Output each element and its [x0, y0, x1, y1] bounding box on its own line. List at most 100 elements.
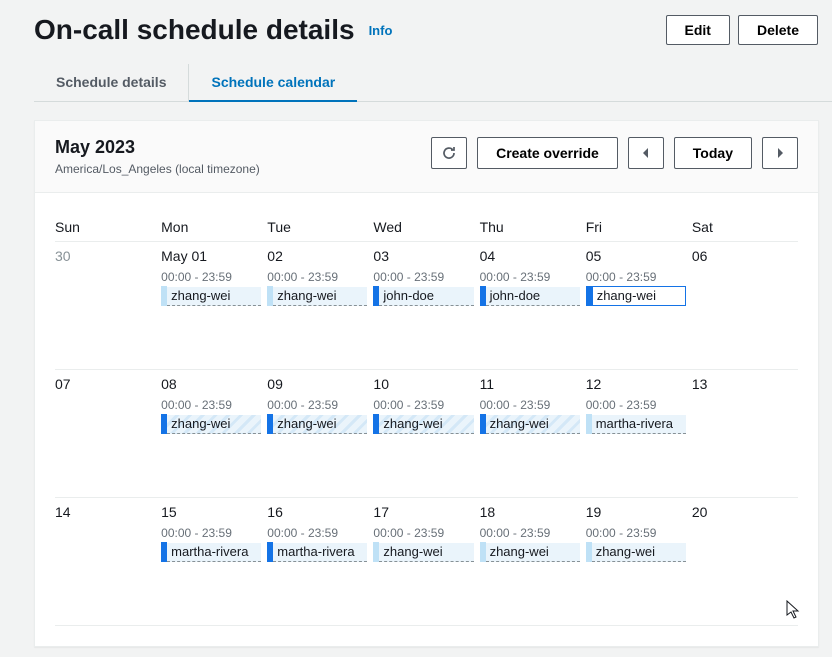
- today-button[interactable]: Today: [674, 137, 752, 169]
- create-override-button[interactable]: Create override: [477, 137, 618, 169]
- day-number: 30: [55, 248, 159, 264]
- day-number: 10: [373, 376, 477, 392]
- day-header: Wed: [373, 213, 479, 242]
- day-number: 12: [586, 376, 690, 392]
- day-cell[interactable]: 10 00:00 - 23:59 zhang-wei: [373, 370, 479, 498]
- shift-event[interactable]: zhang-wei: [161, 286, 261, 306]
- shift-event[interactable]: zhang-wei: [267, 414, 367, 434]
- event-assignee: martha-rivera: [592, 415, 686, 434]
- info-link[interactable]: Info: [369, 23, 393, 38]
- day-cell[interactable]: 0500:00 - 23:59zhang-wei: [586, 242, 692, 370]
- day-number: 15: [161, 504, 265, 520]
- day-number: 19: [586, 504, 690, 520]
- day-cell[interactable]: 02 00:00 - 23:59 zhang-wei: [267, 242, 373, 370]
- day-cell[interactable]: 17 00:00 - 23:59 zhang-wei: [373, 498, 479, 626]
- shift-event[interactable]: martha-rivera: [586, 414, 686, 434]
- event-assignee: zhang-wei: [379, 415, 473, 434]
- shift-event[interactable]: martha-rivera: [267, 542, 367, 562]
- refresh-button[interactable]: [431, 137, 467, 169]
- shift-event[interactable]: john-doe: [373, 286, 473, 306]
- day-number: 18: [480, 504, 584, 520]
- tab-bar: Schedule details Schedule calendar: [34, 64, 832, 102]
- day-header: Sun: [55, 213, 161, 242]
- time-range: 00:00 - 23:59: [161, 270, 265, 284]
- edit-button[interactable]: Edit: [666, 15, 730, 45]
- day-header: Thu: [480, 213, 586, 242]
- day-cell[interactable]: 1600:00 - 23:59martha-rivera: [267, 498, 373, 626]
- day-cell[interactable]: 0900:00 - 23:59zhang-wei: [267, 370, 373, 498]
- shift-event[interactable]: zhang-wei: [480, 414, 580, 434]
- day-cell[interactable]: May 01 00:00 - 23:59 zhang-wei: [161, 242, 267, 370]
- day-number: 13: [692, 376, 796, 392]
- refresh-icon: [441, 145, 457, 161]
- shift-event[interactable]: zhang-wei: [480, 542, 580, 562]
- event-assignee: martha-rivera: [273, 543, 367, 562]
- day-number: 09: [267, 376, 371, 392]
- time-range: 00:00 - 23:59: [267, 270, 371, 284]
- day-cell[interactable]: 11 00:00 - 23:59 zhang-wei: [480, 370, 586, 498]
- day-cell[interactable]: 06: [692, 242, 798, 370]
- day-cell[interactable]: 07: [55, 370, 161, 498]
- day-cell[interactable]: 03 00:00 - 23:59 john-doe: [373, 242, 479, 370]
- day-number: 02: [267, 248, 371, 264]
- day-number: 04: [480, 248, 584, 264]
- day-number: 20: [692, 504, 796, 520]
- day-number: 11: [480, 376, 584, 392]
- time-range: 00:00 - 23:59: [161, 398, 265, 412]
- event-assignee: zhang-wei: [593, 287, 685, 305]
- day-number: May 01: [161, 248, 265, 264]
- day-cell[interactable]: 0800:00 - 23:59zhang-wei: [161, 370, 267, 498]
- day-header: Mon: [161, 213, 267, 242]
- shift-event[interactable]: zhang-wei: [267, 286, 367, 306]
- shift-event[interactable]: martha-rivera: [161, 542, 261, 562]
- time-range: 00:00 - 23:59: [267, 526, 371, 540]
- day-number: 05: [586, 248, 690, 264]
- day-cell[interactable]: 12 00:00 - 23:59 martha-rivera: [586, 370, 692, 498]
- event-assignee: martha-rivera: [167, 543, 261, 562]
- chevron-right-icon: [775, 147, 785, 159]
- day-number: 03: [373, 248, 477, 264]
- shift-event[interactable]: zhang-wei: [373, 414, 473, 434]
- event-assignee: zhang-wei: [486, 543, 580, 562]
- event-assignee: zhang-wei: [273, 415, 367, 434]
- prev-button[interactable]: [628, 137, 664, 169]
- time-range: 00:00 - 23:59: [373, 270, 477, 284]
- calendar-panel: May 2023 America/Los_Angeles (local time…: [34, 120, 819, 647]
- event-assignee: zhang-wei: [379, 543, 473, 562]
- day-cell[interactable]: 04 00:00 - 23:59 john-doe: [480, 242, 586, 370]
- day-cell[interactable]: 20: [692, 498, 798, 626]
- day-number: 06: [692, 248, 796, 264]
- time-range: 00:00 - 23:59: [586, 398, 690, 412]
- delete-button[interactable]: Delete: [738, 15, 818, 45]
- tab-schedule-calendar[interactable]: Schedule calendar: [189, 64, 357, 102]
- day-cell[interactable]: 15 00:00 - 23:59 martha-rivera: [161, 498, 267, 626]
- day-cell[interactable]: 19 00:00 - 23:59 zhang-wei: [586, 498, 692, 626]
- shift-event[interactable]: zhang-wei: [161, 414, 261, 434]
- next-button[interactable]: [762, 137, 798, 169]
- event-assignee: zhang-wei: [486, 415, 580, 434]
- time-range: 00:00 - 23:59: [373, 526, 477, 540]
- chevron-left-icon: [641, 147, 651, 159]
- time-range: 00:00 - 23:59: [480, 270, 584, 284]
- time-range: 00:00 - 23:59: [480, 398, 584, 412]
- shift-event[interactable]: zhang-wei: [373, 542, 473, 562]
- time-range: 00:00 - 23:59: [161, 526, 265, 540]
- day-cell[interactable]: 30: [55, 242, 161, 370]
- tab-schedule-details[interactable]: Schedule details: [34, 64, 189, 101]
- shift-event[interactable]: john-doe: [480, 286, 580, 306]
- time-range: 00:00 - 23:59: [373, 398, 477, 412]
- shift-event[interactable]: zhang-wei: [586, 542, 686, 562]
- event-assignee: zhang-wei: [167, 287, 261, 306]
- event-assignee: zhang-wei: [273, 287, 367, 306]
- day-cell[interactable]: 18 00:00 - 23:59 zhang-wei: [480, 498, 586, 626]
- event-assignee: zhang-wei: [592, 543, 686, 562]
- day-cell[interactable]: 14: [55, 498, 161, 626]
- day-number: 07: [55, 376, 159, 392]
- shift-event[interactable]: zhang-wei: [586, 286, 686, 306]
- day-cell[interactable]: 13: [692, 370, 798, 498]
- page-title: On-call schedule details: [34, 14, 355, 46]
- day-number: 17: [373, 504, 477, 520]
- time-range: 00:00 - 23:59: [480, 526, 584, 540]
- time-range: 00:00 - 23:59: [586, 526, 690, 540]
- event-assignee: zhang-wei: [167, 415, 261, 434]
